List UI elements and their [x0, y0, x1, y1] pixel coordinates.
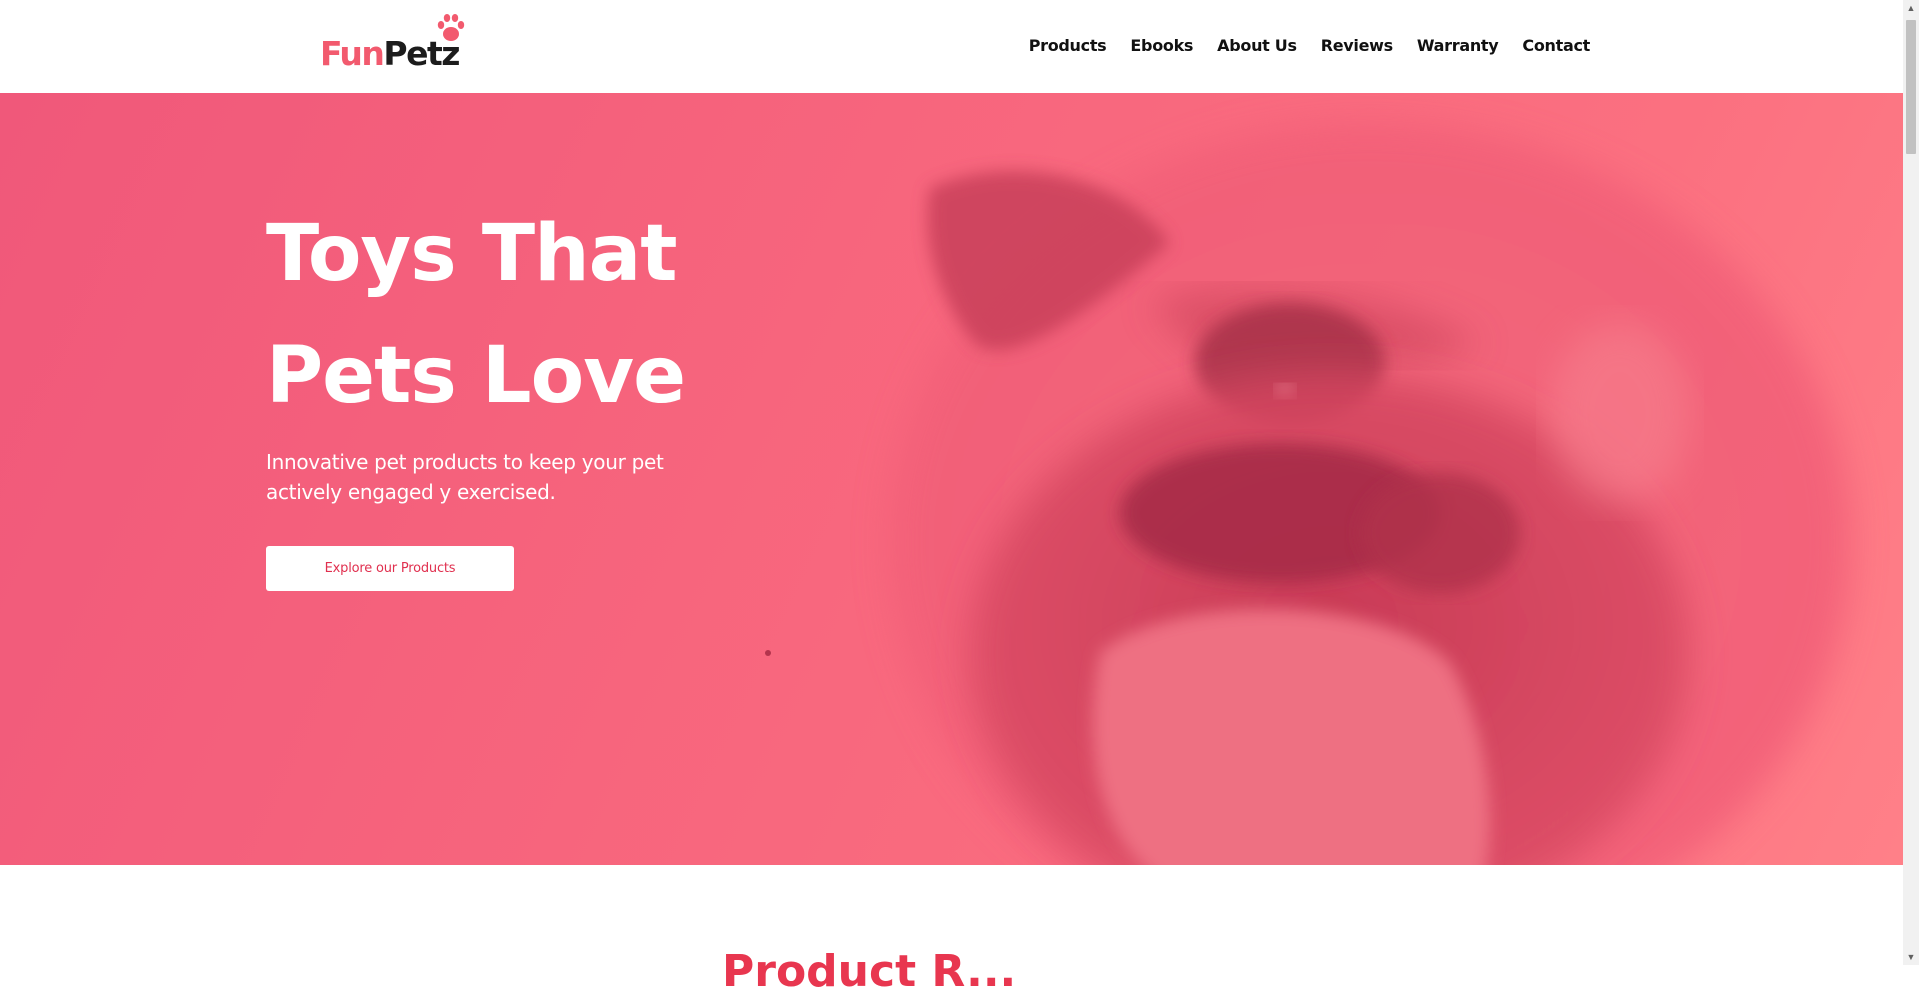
brand-name-petz: Petz — [383, 34, 460, 73]
scroll-up-arrow-icon[interactable]: ▲ — [1903, 0, 1919, 16]
nav-item-products[interactable]: Products — [1029, 36, 1107, 55]
hero-section: Toys That Pets Love Innovative pet produ… — [0, 93, 1903, 865]
brand-wordmark: FunPetz — [320, 34, 460, 73]
nav-item-contact[interactable]: Contact — [1522, 36, 1590, 55]
hero-subtitle: Innovative pet products to keep your pet… — [266, 450, 664, 504]
nav-item-reviews[interactable]: Reviews — [1321, 36, 1393, 55]
hero-title-line-1: Toys That — [266, 209, 678, 299]
page-scrollbar[interactable]: ▲ ▼ — [1903, 0, 1919, 965]
nav-item-warranty[interactable]: Warranty — [1417, 36, 1499, 55]
section-title: Product R... — [722, 946, 1017, 997]
scrollbar-thumb[interactable] — [1906, 20, 1916, 154]
hero-title: Toys That Pets Love — [266, 193, 786, 437]
main-nav: Products Ebooks About Us Reviews Warrant… — [1005, 36, 1591, 55]
hero-title-line-2: Pets Love — [266, 331, 686, 421]
scroll-down-arrow-icon[interactable]: ▼ — [1903, 949, 1919, 965]
nav-item-ebooks[interactable]: Ebooks — [1130, 36, 1193, 55]
explore-products-button[interactable]: Explore our Products — [266, 546, 514, 591]
site-logo[interactable]: FunPetz — [318, 10, 468, 76]
site-header: FunPetz Products Ebooks About Us Reviews… — [0, 0, 1903, 93]
nav-item-about-us[interactable]: About Us — [1217, 36, 1297, 55]
brand-name-fun: Fun — [320, 34, 385, 73]
